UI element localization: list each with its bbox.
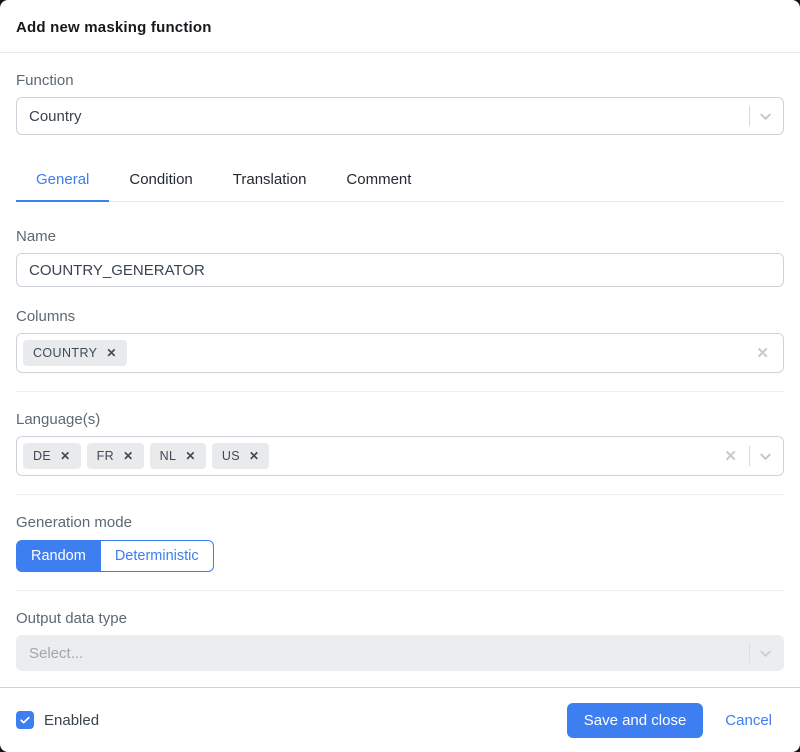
select-divider xyxy=(749,446,750,466)
generation-mode-toggle: Random Deterministic xyxy=(16,540,214,572)
chevron-down-icon[interactable] xyxy=(758,449,773,464)
columns-field-controls: ✕ xyxy=(752,334,773,372)
chevron-down-icon[interactable] xyxy=(758,109,773,124)
function-select-value: Country xyxy=(29,108,741,125)
enabled-label: Enabled xyxy=(44,712,99,729)
name-input[interactable] xyxy=(16,253,784,287)
dialog-header: Add new masking function xyxy=(0,0,800,53)
tab-bar: General Condition Translation Comment xyxy=(16,161,784,202)
tag-label: FR xyxy=(97,449,114,463)
columns-label: Columns xyxy=(16,308,784,325)
remove-tag-icon[interactable]: ✕ xyxy=(60,450,70,462)
cancel-button[interactable]: Cancel xyxy=(725,712,772,729)
output-data-type-label: Output data type xyxy=(16,610,784,627)
language-tag-fr: FR ✕ xyxy=(87,443,144,469)
tab-comment[interactable]: Comment xyxy=(326,161,431,202)
select-divider xyxy=(749,106,750,126)
tab-condition[interactable]: Condition xyxy=(109,161,212,202)
remove-tag-icon[interactable]: ✕ xyxy=(249,450,259,462)
name-field-group: Name xyxy=(16,228,784,287)
chevron-down-icon xyxy=(758,646,773,661)
columns-field-group: Columns COUNTRY ✕ ✕ xyxy=(16,308,784,373)
function-label: Function xyxy=(16,72,784,89)
remove-tag-icon[interactable]: ✕ xyxy=(123,450,133,462)
enabled-checkbox-group: Enabled xyxy=(16,711,567,729)
language-tag-us: US ✕ xyxy=(212,443,270,469)
enabled-checkbox[interactable] xyxy=(16,711,34,729)
tag-label: COUNTRY xyxy=(33,346,97,360)
select-divider xyxy=(749,643,750,663)
tab-translation[interactable]: Translation xyxy=(213,161,327,202)
tag-label: US xyxy=(222,449,240,463)
remove-tag-icon[interactable]: ✕ xyxy=(185,450,195,462)
language-tag-de: DE ✕ xyxy=(23,443,81,469)
columns-multiselect[interactable]: COUNTRY ✕ ✕ xyxy=(16,333,784,373)
generation-mode-label: Generation mode xyxy=(16,514,784,531)
languages-label: Language(s) xyxy=(16,411,784,428)
language-tag-nl: NL ✕ xyxy=(150,443,206,469)
dialog-body: Function Country General Condition Trans… xyxy=(0,53,800,687)
generation-mode-deterministic-button[interactable]: Deterministic xyxy=(101,540,214,572)
tag-label: NL xyxy=(160,449,177,463)
tab-general[interactable]: General xyxy=(16,161,109,202)
function-select[interactable]: Country xyxy=(16,97,784,135)
languages-multiselect[interactable]: DE ✕ FR ✕ NL ✕ US ✕ ✕ xyxy=(16,436,784,476)
add-masking-function-dialog: Add new masking function Function Countr… xyxy=(0,0,800,752)
languages-field-controls: ✕ xyxy=(720,437,773,475)
divider xyxy=(16,391,784,392)
dialog-title: Add new masking function xyxy=(16,19,784,36)
dialog-footer: Enabled Save and close Cancel xyxy=(0,687,800,752)
save-and-close-button[interactable]: Save and close xyxy=(567,703,704,738)
tag-label: DE xyxy=(33,449,51,463)
output-data-type-placeholder: Select... xyxy=(29,645,741,662)
divider xyxy=(16,590,784,591)
generation-mode-group: Generation mode Random Deterministic xyxy=(16,514,784,572)
columns-tag-country: COUNTRY ✕ xyxy=(23,340,127,366)
name-label: Name xyxy=(16,228,784,245)
divider xyxy=(16,494,784,495)
remove-tag-icon[interactable]: ✕ xyxy=(106,347,116,359)
function-field: Function Country xyxy=(16,72,784,135)
languages-field-group: Language(s) DE ✕ FR ✕ NL ✕ US ✕ xyxy=(16,411,784,476)
clear-all-icon[interactable]: ✕ xyxy=(752,346,773,361)
clear-all-icon[interactable]: ✕ xyxy=(720,449,741,464)
generation-mode-random-button[interactable]: Random xyxy=(16,540,101,572)
output-data-type-group: Output data type Select... xyxy=(16,610,784,671)
output-data-type-select[interactable]: Select... xyxy=(16,635,784,671)
